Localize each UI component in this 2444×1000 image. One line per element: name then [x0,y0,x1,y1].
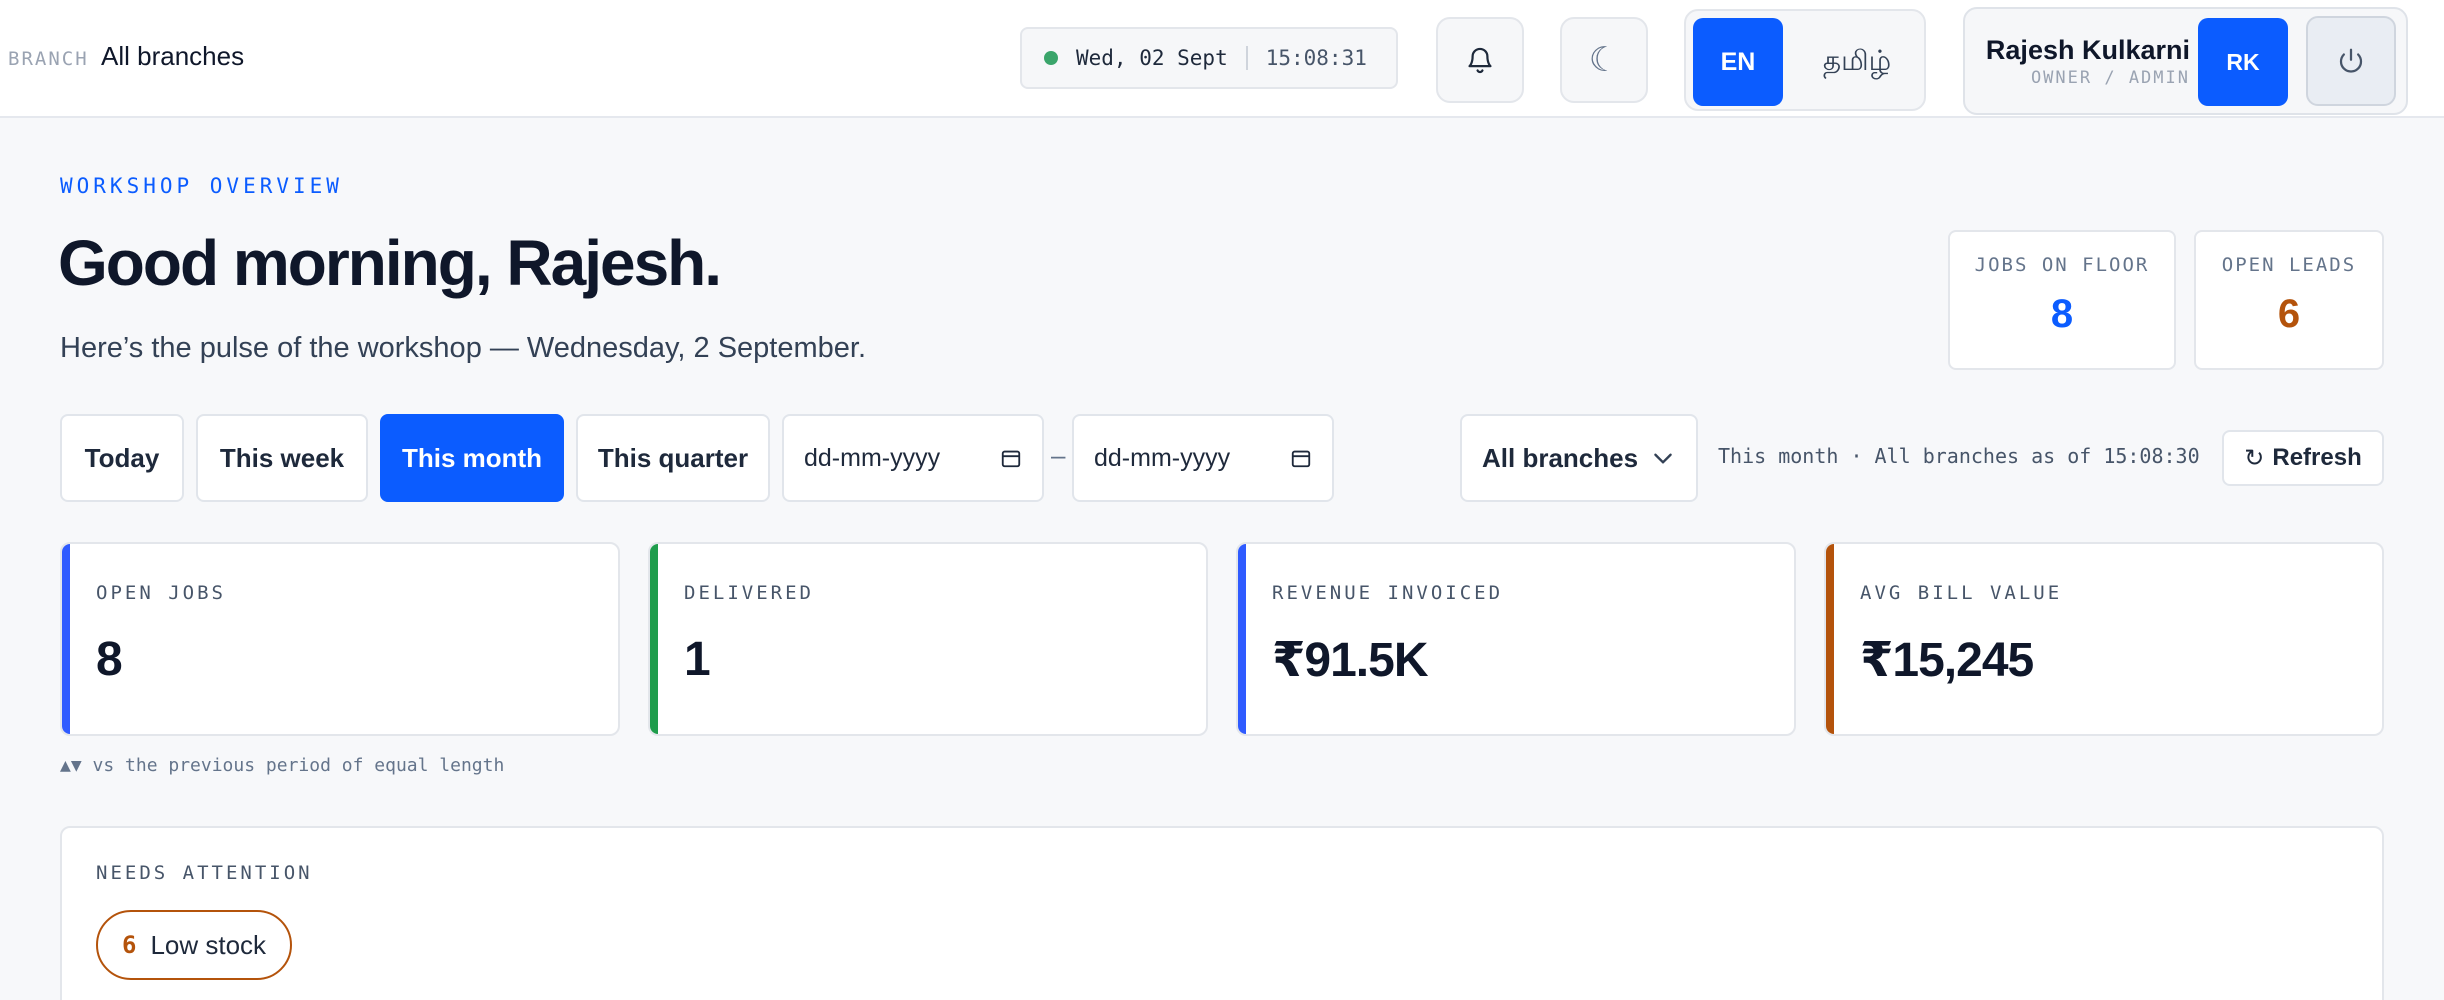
filter-this-week-button[interactable]: This week [196,414,368,502]
language-switcher: EN தமிழ் [1684,9,1926,111]
branch-label: BRANCH [8,48,89,70]
jobs-on-floor-label: JOBS ON FLOOR [1974,254,2150,276]
language-en-button[interactable]: EN [1693,18,1783,106]
moon-icon: ☾ [1588,41,1620,79]
kpi-open-jobs-card[interactable]: OPEN JOBS 8 [60,542,620,736]
clock-date: Wed, 02 Sept [1076,46,1228,70]
branch-filter-value: All branches [1482,442,1639,473]
avatar[interactable]: RK [2198,18,2288,106]
kpi-avg-bill-value-card[interactable]: AVG BILL VALUE ₹15,245 [1824,542,2384,736]
kpi-value: ₹91.5K [1272,634,1428,687]
low-stock-chip[interactable]: 6 Low stock [96,910,293,980]
branch-filter-select[interactable]: All branches [1460,414,1698,502]
jobs-on-floor-card[interactable]: JOBS ON FLOOR 8 [1948,230,2176,370]
bell-icon [1468,47,1492,74]
kpi-value: ₹15,245 [1860,634,2034,687]
clock-divider [1245,46,1248,70]
calendar-icon [1291,450,1311,468]
date-from-input[interactable]: dd-mm-yyyy [782,414,1044,502]
refresh-label: Refresh [2272,444,2362,471]
calendar-icon [1001,450,1021,468]
date-from-placeholder: dd-mm-yyyy [804,443,941,472]
kpi-accent-bar [62,544,70,734]
top-bar: BRANCH All branches Wed, 02 Sept 15:08:3… [0,0,2444,118]
refresh-icon: ↻ [2244,444,2265,472]
notifications-button[interactable] [1436,17,1524,103]
kpi-accent-bar [1238,544,1246,734]
theme-toggle-button[interactable]: ☾ [1560,17,1648,103]
range-status-text: This month · All branches as of 15:08:30 [1718,444,2200,468]
kpi-delivered-card[interactable]: DELIVERED 1 [648,542,1208,736]
kpi-footnote: ▲▼ vs the previous period of equal lengt… [60,755,505,776]
kpi-label: AVG BILL VALUE [1860,582,2063,604]
kpi-value: 1 [684,633,711,686]
kpi-revenue-invoiced-card[interactable]: REVENUE INVOICED ₹91.5K [1236,542,1796,736]
filter-this-month-button[interactable]: This month [380,414,564,502]
filter-this-quarter-button[interactable]: This quarter [576,414,770,502]
date-to-placeholder: dd-mm-yyyy [1094,443,1231,472]
logout-button[interactable] [2306,16,2396,106]
open-leads-label: OPEN LEADS [2221,254,2357,276]
kpi-accent-bar [1826,544,1834,734]
page-title: Good morning, Rajesh. [58,227,722,299]
section-eyebrow: WORKSHOP OVERVIEW [60,174,343,198]
needs-attention-label: NEEDS ATTENTION [96,862,313,884]
low-stock-count: 6 [122,931,137,959]
clock-time: 15:08:31 [1265,46,1367,70]
power-icon [2339,48,2363,73]
chevron-down-icon [1654,453,1672,464]
kpi-label: REVENUE INVOICED [1272,582,1504,604]
kpi-value: 8 [96,633,123,686]
page-subtitle: Here’s the pulse of the workshop — Wedne… [60,332,867,364]
jobs-on-floor-value: 8 [2050,292,2074,336]
kpi-label: OPEN JOBS [96,582,226,604]
date-to-input[interactable]: dd-mm-yyyy [1072,414,1334,502]
open-leads-value: 6 [2277,292,2301,336]
kpi-label: DELIVERED [684,582,814,604]
branch-selector[interactable]: All branches [101,41,244,72]
user-name: Rajesh Kulkarni [1985,35,2190,65]
open-leads-card[interactable]: OPEN LEADS 6 [2194,230,2384,370]
user-role: OWNER / ADMIN [2030,68,2190,88]
needs-attention-panel: NEEDS ATTENTION 6 Low stock [60,826,2384,1000]
filter-today-button[interactable]: Today [60,414,184,502]
status-dot [1044,51,1058,65]
language-tamil-button[interactable]: தமிழ் [1798,18,1916,106]
low-stock-label: Low stock [150,929,267,960]
refresh-button[interactable]: ↻ Refresh [2222,430,2384,486]
kpi-accent-bar [650,544,658,734]
live-clock: Wed, 02 Sept 15:08:31 [1020,27,1398,89]
date-range-separator: – [1051,440,1066,470]
user-menu: Rajesh Kulkarni OWNER / ADMIN RK [1963,7,2408,115]
